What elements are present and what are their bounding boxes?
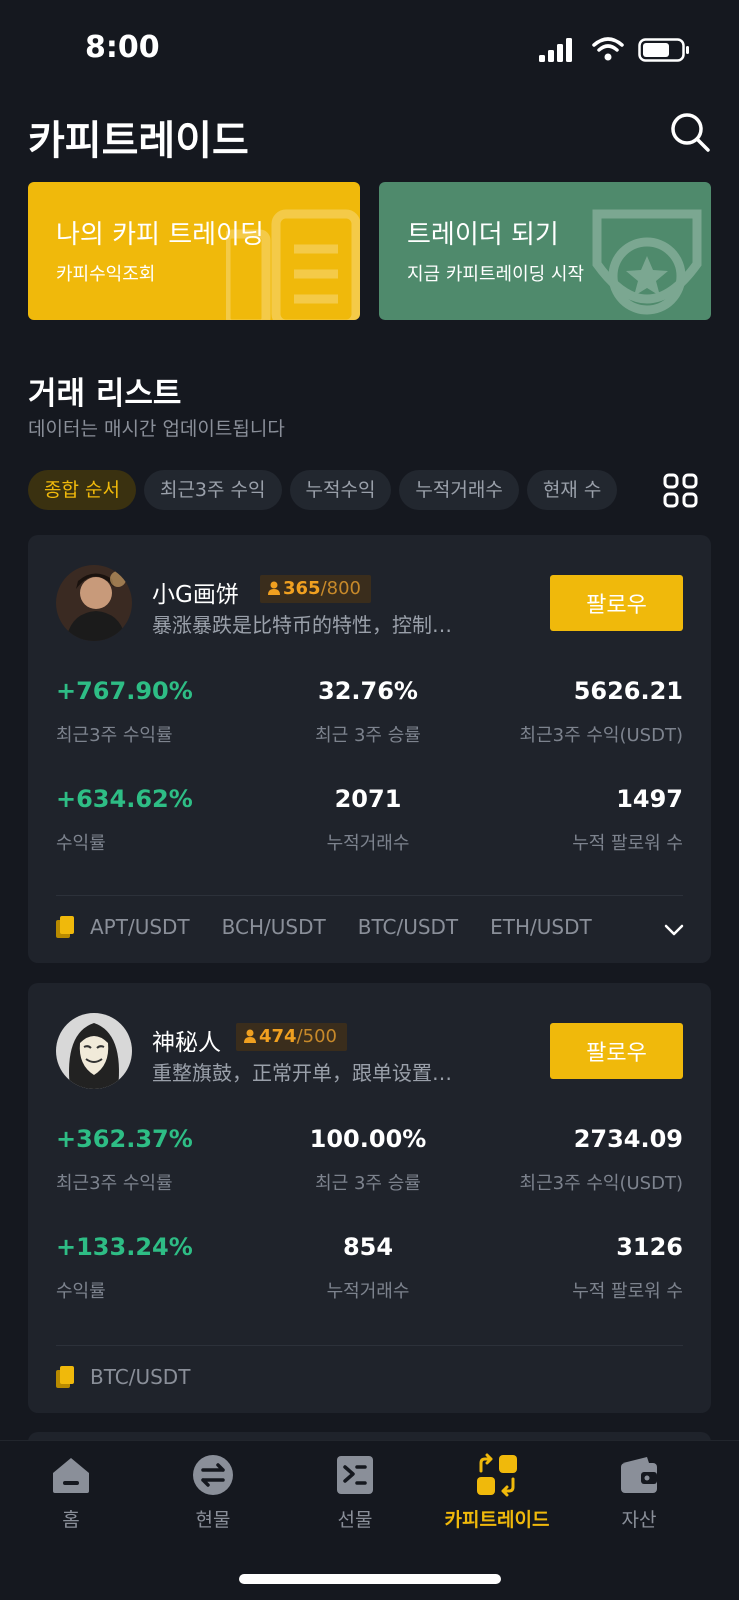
roi-value: +133.24% [56,1233,193,1261]
follower-count: 365 [283,578,321,599]
follower-max: /800 [320,578,361,599]
tab-label: 선물 [337,1509,373,1531]
tab-assets[interactable]: 자산 [569,1453,709,1543]
profit-3w-value: 2734.09 [573,1125,683,1153]
followers-value: 1497 [616,785,683,813]
followers-label: 누적 팔로워 수 [572,833,683,854]
trading-pair: ETH/USDT [490,915,592,939]
trader-name: 小G画饼 [152,582,239,608]
trading-pair: BTC/USDT [357,915,459,939]
winrate-3w-label: 최근 3주 승률 [315,725,421,746]
trading-pair: BTC/USDT [90,1365,191,1389]
trading-pairs: APT/USDT BCH/USDT BTC/USDT ETH/USDT [56,915,683,945]
followers-label: 누적 팔로워 수 [572,1281,683,1302]
trades-label: 누적거래수 [326,833,410,854]
follower-capacity-badge: 365/800 [260,575,371,603]
home-icon [53,1458,89,1493]
trader-description: 重整旗鼓，正常开单，跟单设置… [152,1061,452,1085]
follower-max: /500 [296,1026,337,1047]
follow-button[interactable]: 팔로우 [550,1023,683,1079]
coin-stack-icon [56,916,74,938]
wifi-icon [592,37,624,61]
trades-value: 854 [342,1233,394,1261]
become-trader-banner[interactable]: 트레이더 되기 지금 카피트레이딩 시작 [379,182,711,320]
battery-icon [638,38,689,62]
filter-chips: 종합 순서 최근3주 수익 누적수익 누적거래수 현재 수 [28,470,668,510]
section-title: 거래 리스트 [28,376,182,412]
chevron-down-icon[interactable] [663,919,685,941]
status-bar: 8:00 [0,0,739,100]
tab-label: 홈 [62,1509,80,1531]
tab-copy-trade[interactable]: 카피트레이드 [427,1453,567,1543]
trader-avatar [56,565,132,641]
filter-chip-cumulative-profit[interactable]: 누적수익 [289,470,392,510]
my-copy-trading-banner[interactable]: 나의 카피 트레이딩 카피수익조회 [28,182,360,320]
filter-chip-overall[interactable]: 종합 순서 [28,470,136,510]
tab-futures[interactable]: 선물 [285,1453,425,1543]
trades-value: 2071 [334,785,402,813]
follower-capacity-badge: 474/500 [236,1023,347,1051]
tab-home[interactable]: 홈 [1,1453,141,1543]
trading-pair: APT/USDT [90,915,190,939]
filter-chip-current[interactable]: 현재 수 [526,470,618,510]
roi-label: 수익률 [56,833,106,854]
trading-pair: BCH/USDT [221,915,326,939]
trader-avatar [56,1013,132,1089]
person-icon [268,581,280,595]
page-title: 카피트레이드 [28,118,249,164]
trader-card[interactable]: 小G画饼 365/800 暴涨暴跌是比特币的特性，控制… 팔로우 +767.90… [28,535,711,963]
winrate-3w-label: 최근 3주 승률 [315,1173,421,1194]
roi-label: 수익률 [56,1281,106,1302]
search-icon[interactable] [668,110,712,154]
grid-view-icon[interactable] [662,472,700,510]
tab-spot[interactable]: 현물 [143,1453,283,1543]
coin-stack-icon [56,1366,74,1388]
copy-trade-icon [477,1453,517,1497]
section-subtitle: 데이터는 매시간 업데이트됩니다 [28,418,285,440]
roi-value: +634.62% [56,785,193,813]
futures-icon [337,1456,373,1494]
status-time: 8:00 [85,30,160,65]
followers-value: 3126 [616,1233,683,1261]
cellular-signal-icon [539,38,572,62]
medal-icon [592,209,702,315]
banner-subtitle: 지금 카피트레이딩 시작 [407,264,585,285]
profit-3w-label: 최근3주 수익(USDT) [519,725,683,746]
winrate-3w-value: 32.76% [318,677,418,705]
home-indicator[interactable] [239,1574,501,1584]
divider [56,1345,683,1346]
filter-chip-cumulative-trades[interactable]: 누적거래수 [399,470,519,510]
banner-title: 트레이더 되기 [407,220,559,250]
roi-3w-label: 최근3주 수익률 [56,725,173,746]
person-icon [244,1029,256,1043]
divider [56,895,683,896]
profit-3w-value: 5626.21 [573,677,683,705]
roi-3w-value: +767.90% [56,677,193,705]
follower-count: 474 [259,1026,297,1047]
tab-label: 자산 [621,1509,657,1531]
follow-button[interactable]: 팔로우 [550,575,683,631]
trading-pairs: BTC/USDT [56,1365,683,1395]
filter-chip-recent-profit[interactable]: 최근3주 수익 [143,470,282,510]
trader-name: 神秘人 [152,1030,221,1056]
trades-label: 누적거래수 [326,1281,410,1302]
roi-3w-value: +362.37% [56,1125,193,1153]
trader-description: 暴涨暴跌是比特币的特性，控制… [152,613,452,637]
document-icon [226,209,360,320]
winrate-3w-value: 100.00% [309,1125,427,1153]
roi-3w-label: 최근3주 수익률 [56,1173,173,1194]
tab-label: 현물 [195,1509,231,1531]
tab-label: 카피트레이드 [444,1509,550,1531]
banner-subtitle: 카피수익조회 [56,264,156,285]
trader-card[interactable]: 神秘人 474/500 重整旗鼓，正常开单，跟单设置… 팔로우 +362.37%… [28,983,711,1413]
wallet-icon [621,1457,657,1493]
swap-icon [193,1455,233,1495]
profit-3w-label: 최근3주 수익(USDT) [519,1173,683,1194]
